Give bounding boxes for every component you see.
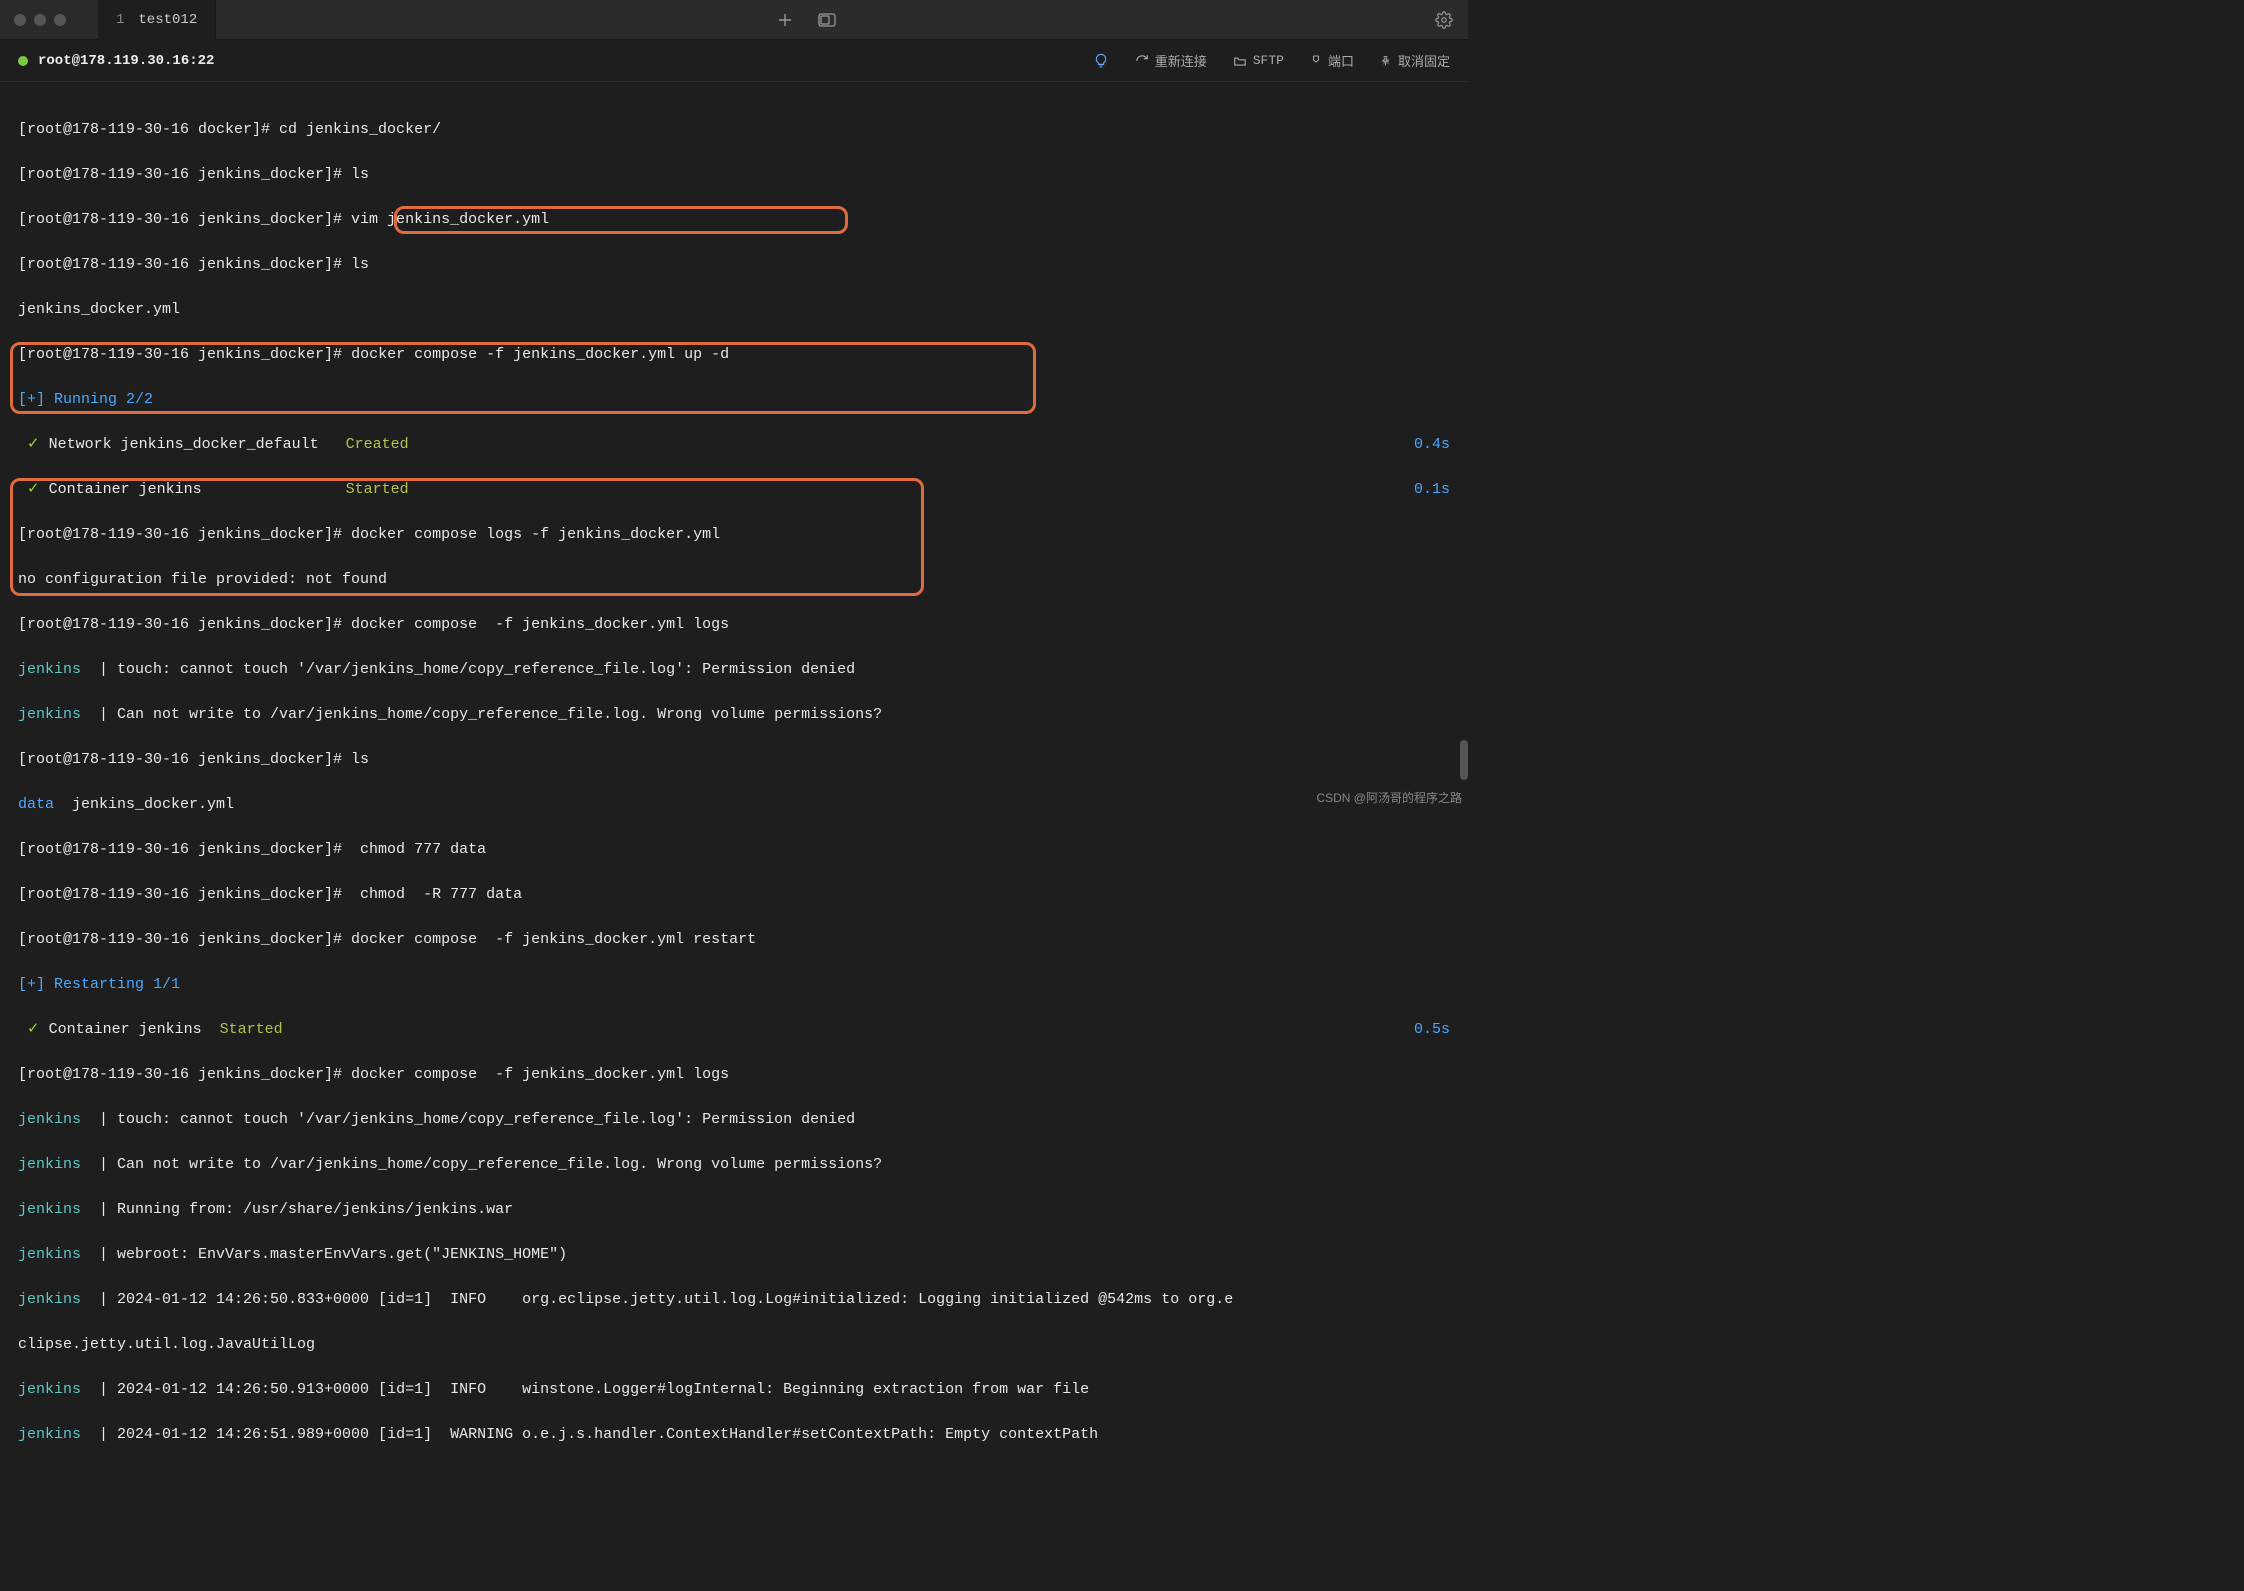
term-line: [root@178-119-30-16 jenkins_docker]# chm… xyxy=(18,884,522,907)
term-service: jenkins xyxy=(18,1109,99,1132)
term-status: [+] Restarting 1/1 xyxy=(18,974,180,997)
titlebar: 1 test012 xyxy=(0,0,1468,40)
term-text: Container jenkins xyxy=(49,479,346,502)
term-log: | 2024-01-12 14:26:50.913+0000 [id=1] IN… xyxy=(99,1379,1089,1402)
unpin-button[interactable]: 取消固定 xyxy=(1380,51,1450,70)
term-line: [root@178-119-30-16 jenkins_docker]# doc… xyxy=(18,1064,729,1087)
term-line: [root@178-119-30-16 jenkins_docker]# vim… xyxy=(18,209,549,232)
maximize-icon[interactable] xyxy=(54,14,66,26)
term-text: Container jenkins xyxy=(49,1019,220,1042)
term-service: jenkins xyxy=(18,704,99,727)
tab-title: test012 xyxy=(138,12,197,28)
term-line: no configuration file provided: not foun… xyxy=(18,569,387,592)
status-indicator xyxy=(18,56,28,66)
port-button[interactable]: 端口 xyxy=(1310,51,1354,70)
reconnect-button[interactable]: 重新连接 xyxy=(1135,51,1207,70)
term-log: | webroot: EnvVars.masterEnvVars.get("JE… xyxy=(99,1244,567,1267)
term-state: Started xyxy=(220,1019,283,1042)
term-line: [root@178-119-30-16 jenkins_docker]# doc… xyxy=(18,524,720,547)
term-state: Started xyxy=(346,479,409,502)
term-check: ✓ xyxy=(18,479,49,502)
term-line: jenkins_docker.yml xyxy=(18,299,180,322)
term-check: ✓ xyxy=(18,434,49,457)
term-line: [root@178-119-30-16 jenkins_docker]# doc… xyxy=(18,614,729,637)
term-line: [root@178-119-30-16 jenkins_docker]# chm… xyxy=(18,839,486,862)
window-controls xyxy=(0,14,80,26)
term-time: 0.5s xyxy=(1414,1019,1450,1042)
unpin-label: 取消固定 xyxy=(1398,51,1450,70)
term-log: | touch: cannot touch '/var/jenkins_home… xyxy=(99,1109,855,1132)
term-log: | touch: cannot touch '/var/jenkins_home… xyxy=(99,659,855,682)
term-state: Created xyxy=(346,434,409,457)
scrollbar-thumb[interactable] xyxy=(1460,740,1468,780)
term-log: | Can not write to /var/jenkins_home/cop… xyxy=(99,704,882,727)
term-time: 0.4s xyxy=(1414,434,1450,457)
term-log: clipse.jetty.util.log.JavaUtilLog xyxy=(18,1334,315,1357)
reconnect-label: 重新连接 xyxy=(1155,51,1207,70)
term-service: jenkins xyxy=(18,1424,99,1447)
term-time: 0.1s xyxy=(1414,479,1450,502)
term-line: [root@178-119-30-16 docker]# cd jenkins_… xyxy=(18,119,441,142)
watermark: CSDN @阿汤哥的程序之路 xyxy=(1316,789,1462,806)
term-log: | Can not write to /var/jenkins_home/cop… xyxy=(99,1154,882,1177)
tab-index: 1 xyxy=(116,12,124,28)
term-command: docker compose -f jenkins_docker.yml up … xyxy=(351,344,729,367)
port-label: 端口 xyxy=(1328,51,1354,70)
close-icon[interactable] xyxy=(14,14,26,26)
term-file: jenkins_docker.yml xyxy=(54,794,234,817)
term-service: jenkins xyxy=(18,659,99,682)
term-service: jenkins xyxy=(18,1379,99,1402)
term-log: | Running from: /usr/share/jenkins/jenki… xyxy=(99,1199,513,1222)
gear-icon[interactable] xyxy=(1434,10,1454,30)
term-check: ✓ xyxy=(18,1019,49,1042)
lightbulb-icon[interactable] xyxy=(1093,53,1109,69)
term-prompt: [root@178-119-30-16 jenkins_docker]# xyxy=(18,344,351,367)
plus-icon[interactable] xyxy=(775,10,795,30)
term-text: Network jenkins_docker_default xyxy=(49,434,346,457)
term-status: [+] Running 2/2 xyxy=(18,389,153,412)
term-service: jenkins xyxy=(18,1199,99,1222)
term-log: | 2024-01-12 14:26:50.833+0000 [id=1] IN… xyxy=(99,1289,1233,1312)
actionbar: root@178.119.30.16:22 重新连接 SFTP 端口 取消固定 xyxy=(0,40,1468,82)
term-line: [root@178-119-30-16 jenkins_docker]# doc… xyxy=(18,929,756,952)
term-line: [root@178-119-30-16 jenkins_docker]# ls xyxy=(18,254,369,277)
term-dir: data xyxy=(18,794,54,817)
term-service: jenkins xyxy=(18,1289,99,1312)
minimize-icon[interactable] xyxy=(34,14,46,26)
split-icon[interactable] xyxy=(817,10,837,30)
term-service: jenkins xyxy=(18,1154,99,1177)
terminal-output[interactable]: [root@178-119-30-16 docker]# cd jenkins_… xyxy=(0,82,1468,1591)
term-log: | 2024-01-12 14:26:51.989+0000 [id=1] WA… xyxy=(99,1424,1098,1447)
term-line: [root@178-119-30-16 jenkins_docker]# ls xyxy=(18,164,369,187)
host-label: root@178.119.30.16:22 xyxy=(38,53,214,69)
term-line: [root@178-119-30-16 jenkins_docker]# ls xyxy=(18,749,369,772)
term-service: jenkins xyxy=(18,1244,99,1267)
sftp-button[interactable]: SFTP xyxy=(1233,53,1284,68)
tab-test012[interactable]: 1 test012 xyxy=(98,0,216,40)
sftp-label: SFTP xyxy=(1253,53,1284,68)
